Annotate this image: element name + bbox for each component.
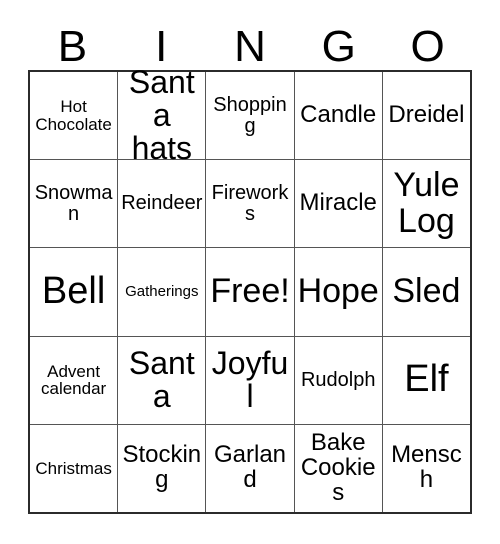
bingo-cell-label: Santa hats — [128, 63, 195, 167]
bingo-cell-label: Snowman — [34, 182, 113, 225]
bingo-cell-n1[interactable]: Shopping — [206, 72, 295, 160]
bingo-header-cell-g: G — [294, 16, 383, 70]
bingo-grid: Hot Chocolate Santa hats Shopping Candle… — [28, 65, 472, 514]
bingo-header-cell-i: I — [117, 16, 206, 70]
bingo-cell-label: Santa — [128, 344, 195, 415]
bingo-cell-label: Sled — [392, 272, 461, 311]
bingo-cell-label: Candle — [300, 101, 377, 129]
bingo-cell-label: Hope — [297, 272, 379, 311]
bingo-cell-label: Gatherings — [125, 283, 199, 301]
bingo-cell-label: Elf — [404, 358, 449, 401]
bingo-cell-label: Fireworks — [211, 182, 289, 225]
bingo-cell-label: Stocking — [122, 441, 202, 494]
bingo-card: B I N G O Hot Chocolate Santa hats Shopp… — [0, 0, 500, 544]
bingo-cell-b1[interactable]: Hot Chocolate — [30, 72, 119, 160]
bingo-header-letter-n: N — [234, 22, 266, 72]
bingo-row: Hot Chocolate Santa hats Shopping Candle… — [30, 65, 471, 165]
bingo-cell-label: Yule Log — [393, 166, 460, 240]
bingo-cell-o2[interactable]: Yule Log — [382, 160, 471, 248]
bingo-cell-label: Garland — [213, 441, 287, 494]
bingo-cell-b3[interactable]: Bell — [30, 248, 119, 336]
bingo-cell-i4[interactable]: Santa — [118, 336, 207, 424]
bingo-cell-label: Dreidel — [388, 101, 465, 129]
bingo-cell-o5[interactable]: Mensch — [382, 424, 471, 513]
bingo-row: Bell Gatherings Free! Hope Sled — [30, 248, 471, 337]
bingo-cell-n4[interactable]: Joyful — [206, 336, 295, 424]
bingo-cell-i5[interactable]: Stocking — [118, 424, 207, 513]
bingo-cell-label: Bell — [41, 270, 106, 313]
bingo-header-letter-o: O — [410, 22, 445, 72]
bingo-cell-n2[interactable]: Fireworks — [206, 160, 295, 248]
bingo-row: Snowman Reindeer Fireworks Miracle Yule … — [30, 160, 471, 249]
bingo-cell-n5[interactable]: Garland — [206, 424, 295, 513]
bingo-cell-label: Mensch — [391, 441, 462, 494]
bingo-cell-label: Hot Chocolate — [35, 96, 112, 134]
bingo-cell-g1[interactable]: Candle — [294, 72, 383, 160]
bingo-row: Advent calendar Santa Joyful Rudolph Elf — [30, 336, 471, 425]
bingo-cell-label: Reindeer — [121, 192, 203, 215]
bingo-cell-g5[interactable]: Bake Cookies — [294, 424, 383, 513]
bingo-cell-o1[interactable]: Dreidel — [382, 72, 471, 160]
bingo-header-letter-b: B — [57, 22, 88, 72]
bingo-header: B I N G O — [28, 16, 472, 70]
bingo-cell-label: Rudolph — [300, 368, 376, 391]
bingo-cell-o4[interactable]: Elf — [382, 336, 471, 424]
bingo-cell-label: Bake Cookies — [300, 428, 376, 506]
bingo-cell-label: Free! — [210, 272, 290, 311]
bingo-cell-b2[interactable]: Snowman — [30, 160, 119, 248]
bingo-cell-i1[interactable]: Santa hats — [118, 65, 207, 165]
bingo-header-cell-b: B — [28, 16, 117, 70]
bingo-cell-label: Miracle — [299, 189, 377, 217]
bingo-cell-g2[interactable]: Miracle — [294, 160, 383, 248]
bingo-cell-label: Shopping — [213, 93, 287, 137]
bingo-cell-free-space[interactable]: Free! — [206, 248, 295, 336]
bingo-cell-label: Advent calendar — [40, 361, 107, 399]
bingo-cell-label: Joyful — [211, 344, 289, 415]
bingo-cell-i2[interactable]: Reindeer — [118, 160, 207, 248]
bingo-cell-label: Christmas — [35, 458, 112, 478]
bingo-cell-b4[interactable]: Advent calendar — [30, 336, 119, 424]
bingo-header-letter-g: G — [321, 22, 356, 72]
bingo-cell-g3[interactable]: Hope — [294, 248, 383, 336]
bingo-cell-g4[interactable]: Rudolph — [294, 336, 383, 424]
bingo-cell-b5[interactable]: Christmas — [30, 424, 119, 513]
bingo-cell-i3[interactable]: Gatherings — [118, 248, 207, 336]
bingo-header-cell-n: N — [206, 16, 295, 70]
bingo-cell-o3[interactable]: Sled — [382, 248, 471, 336]
bingo-header-cell-o: O — [383, 16, 472, 70]
bingo-row: Christmas Stocking Garland Bake Cookies … — [30, 424, 471, 513]
